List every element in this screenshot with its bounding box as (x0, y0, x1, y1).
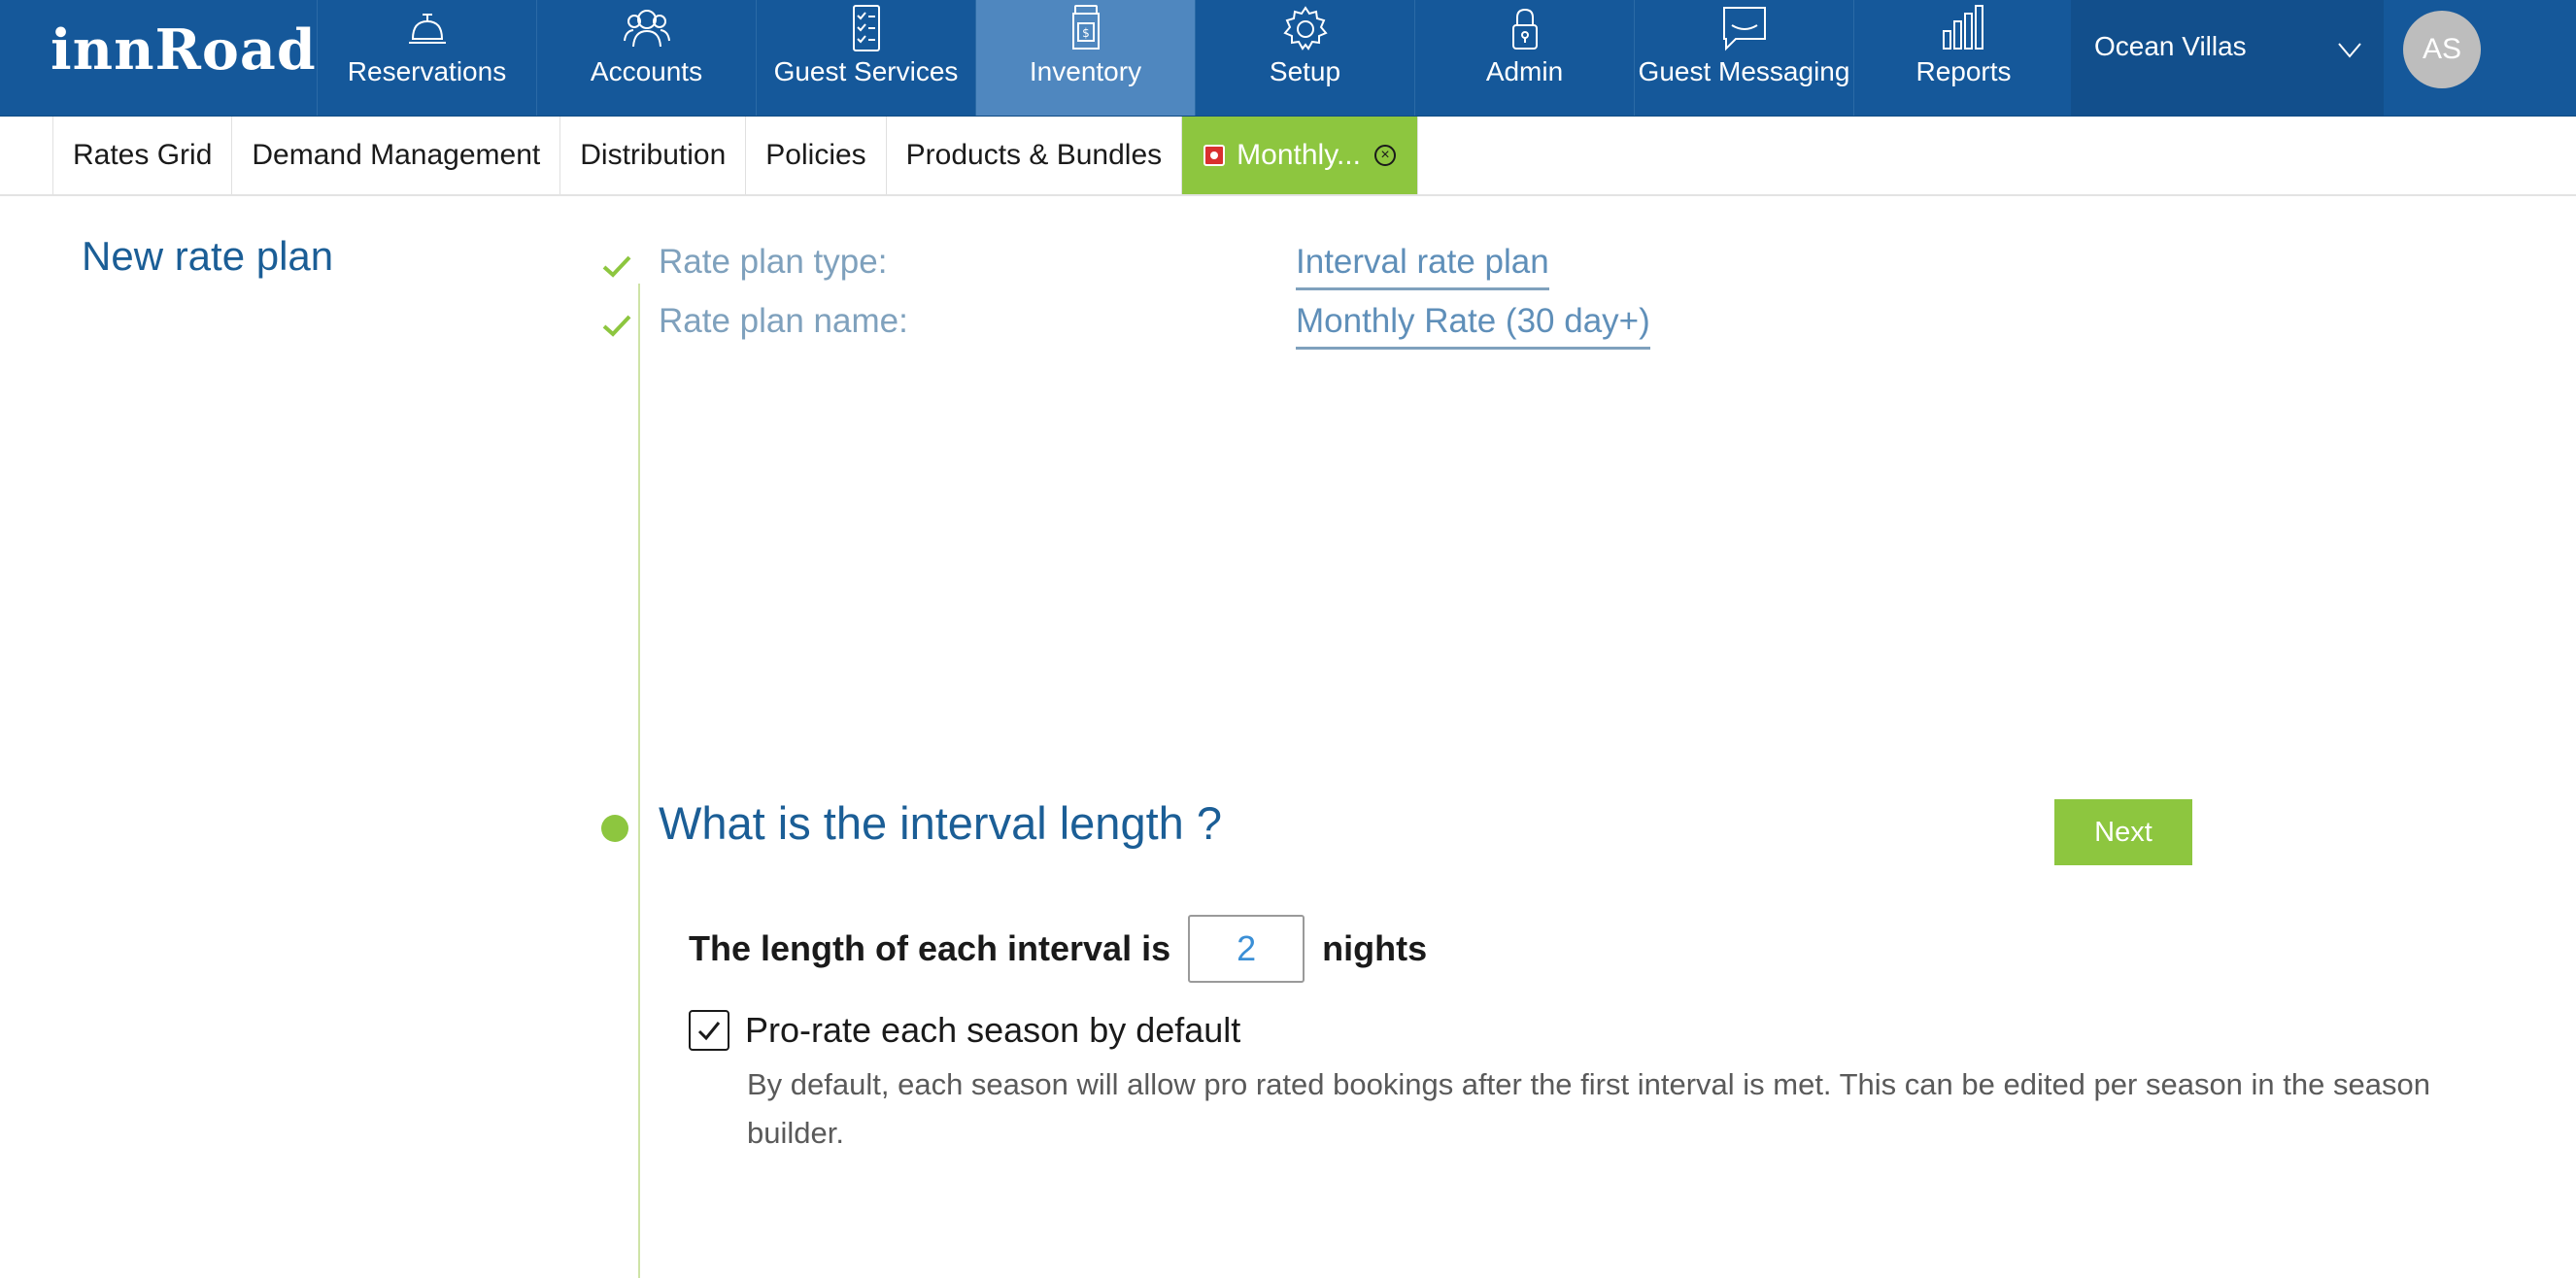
rate-plan-name-value[interactable]: Monthly Rate (30 day+) (1296, 302, 1650, 350)
interval-length-row: The length of each interval is nights (689, 915, 1427, 983)
top-navigation-bar: innRoad Reservations Accounts Guest Serv… (0, 0, 2576, 117)
nav-item-setup[interactable]: Setup (1195, 0, 1414, 116)
wizard-timeline (638, 284, 640, 1278)
tab-rates-grid[interactable]: Rates Grid (52, 117, 231, 194)
nav-item-inventory[interactable]: $ Inventory (975, 0, 1195, 116)
nav-label: Accounts (590, 56, 703, 86)
property-selector[interactable]: Ocean Villas (2071, 0, 2384, 116)
lock-icon (1415, 2, 1634, 54)
nav-label: Setup (1269, 56, 1341, 86)
gear-icon (1196, 2, 1414, 54)
check-icon (602, 315, 631, 337)
nav-item-accounts[interactable]: Accounts (536, 0, 756, 116)
unsaved-flag-icon (1203, 145, 1226, 166)
nav-item-reservations[interactable]: Reservations (317, 0, 536, 116)
tab-products-bundles[interactable]: Products & Bundles (885, 117, 1181, 194)
nav-item-reports[interactable]: Reports (1853, 0, 2073, 116)
innroad-logo[interactable]: innRoad (51, 12, 317, 89)
svg-text:$: $ (1082, 26, 1090, 40)
bar-chart-icon (1854, 2, 2073, 54)
nav-label: Reports (1915, 56, 2012, 86)
close-tab-icon[interactable]: × (1373, 145, 1396, 166)
next-button[interactable]: Next (2054, 799, 2192, 865)
step-title: What is the interval length ? (659, 797, 1222, 849)
inventory-jar-icon: $ (976, 2, 1195, 54)
chevron-down-icon (2338, 43, 2361, 58)
prorate-checkbox[interactable] (689, 1010, 729, 1051)
tab-distribution[interactable]: Distribution (559, 117, 745, 194)
interval-prefix-label: The length of each interval is (689, 928, 1171, 968)
checklist-icon (757, 2, 975, 54)
nav-label: Reservations (347, 56, 507, 86)
property-name: Ocean Villas (2094, 31, 2247, 61)
tab-monthly-rate-plan[interactable]: Monthly... × (1181, 117, 1418, 194)
user-avatar[interactable]: AS (2403, 11, 2481, 88)
current-step-indicator (601, 815, 628, 842)
check-icon (602, 255, 631, 278)
prorate-option: Pro-rate each season by default (689, 1010, 1240, 1051)
interval-unit-label: nights (1322, 928, 1428, 968)
sub-navigation-bar: Rates Grid Demand Management Distributio… (0, 117, 2576, 196)
prorate-help-text: By default, each season will allow pro r… (747, 1067, 2430, 1150)
subnav-tabs: Rates Grid Demand Management Distributio… (52, 117, 1418, 194)
nav-label: Guest Services (773, 56, 959, 86)
nav-item-admin[interactable]: Admin (1414, 0, 1634, 116)
chat-bubble-icon (1635, 2, 1853, 54)
rate-plan-name-label: Rate plan name: (659, 302, 908, 340)
checkmark-icon (697, 1022, 721, 1041)
nav-label: Guest Messaging (1638, 56, 1850, 86)
nav-label: Admin (1485, 56, 1564, 86)
tab-policies[interactable]: Policies (745, 117, 885, 194)
nav-label: Inventory (1029, 56, 1142, 86)
bell-icon (318, 2, 536, 54)
prorate-label[interactable]: Pro-rate each season by default (745, 1010, 1240, 1051)
rate-plan-type-label: Rate plan type: (659, 243, 888, 281)
rate-plan-type-value[interactable]: Interval rate plan (1296, 243, 1549, 290)
tab-demand-management[interactable]: Demand Management (231, 117, 559, 194)
main-nav: Reservations Accounts Guest Services $ I… (317, 0, 2073, 116)
tab-label: Monthly... (1237, 139, 1361, 171)
nav-item-guest-services[interactable]: Guest Services (756, 0, 975, 116)
interval-length-input[interactable] (1188, 915, 1305, 983)
people-icon (537, 2, 756, 54)
nav-item-guest-messaging[interactable]: Guest Messaging (1634, 0, 1853, 116)
page-title: New rate plan (82, 233, 334, 279)
